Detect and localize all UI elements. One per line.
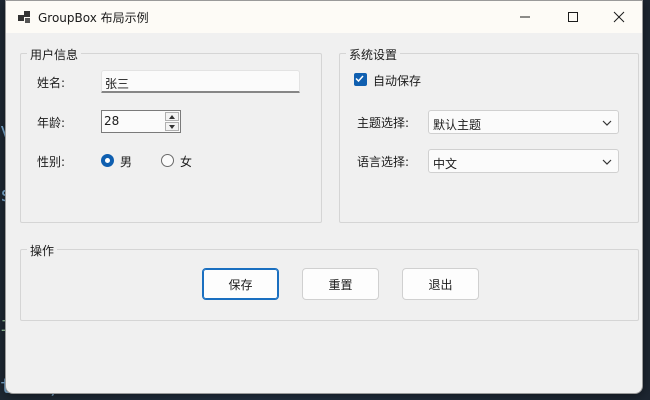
reset-button[interactable]: 重置 — [302, 268, 379, 300]
exit-button[interactable]: 退出 — [402, 268, 479, 300]
close-button[interactable] — [596, 1, 642, 33]
autosave-label[interactable]: 自动保存 — [373, 72, 421, 89]
maximize-button[interactable] — [550, 1, 596, 33]
age-stepper[interactable]: 28 — [101, 110, 181, 133]
actions-group-label: 操作 — [27, 242, 58, 259]
age-value: 28 — [104, 114, 120, 128]
minimize-icon — [520, 16, 530, 18]
window-title: GroupBox 布局示例 — [38, 11, 149, 25]
system-settings-group-label: 系统设置 — [346, 46, 401, 63]
language-select-value: 中文 — [433, 157, 458, 171]
app-icon — [18, 11, 30, 23]
theme-select[interactable]: 默认主题 — [428, 110, 619, 134]
gender-male-label[interactable]: 男 — [120, 153, 132, 170]
app-window: GroupBox 布局示例 用户信息 姓名: 张三 年龄: 28 性别: 男 女… — [5, 0, 643, 394]
chevron-down-icon — [602, 120, 612, 126]
theme-select-value: 默认主题 — [433, 118, 482, 132]
gender-female-label[interactable]: 女 — [180, 153, 192, 170]
chevron-down-icon — [602, 159, 612, 165]
age-label: 年龄: — [37, 116, 66, 130]
language-select[interactable]: 中文 — [428, 149, 619, 173]
title-bar[interactable]: GroupBox 布局示例 — [6, 1, 642, 33]
save-button[interactable]: 保存 — [202, 268, 279, 300]
user-info-group-label: 用户信息 — [27, 46, 82, 63]
language-label: 语言选择: — [357, 155, 410, 169]
minimize-button[interactable] — [502, 1, 548, 33]
gender-female-radio[interactable] — [161, 154, 174, 167]
age-decrement-button[interactable] — [165, 122, 179, 131]
gender-male-radio[interactable] — [101, 154, 114, 167]
system-settings-group: 系统设置 自动保存 主题选择: 默认主题 语言选择: 中文 — [339, 46, 639, 223]
theme-label: 主题选择: — [357, 116, 410, 130]
actions-group: 操作 保存 重置 退出 — [20, 242, 639, 321]
maximize-icon — [568, 12, 578, 22]
autosave-checkbox[interactable] — [354, 73, 367, 86]
user-info-group: 用户信息 姓名: 张三 年龄: 28 性别: 男 女 — [20, 46, 322, 223]
name-label: 姓名: — [37, 76, 66, 90]
gender-label: 性别: — [37, 155, 66, 169]
spin-up-icon — [169, 114, 175, 119]
spin-down-icon — [169, 124, 175, 129]
checkmark-icon — [355, 75, 364, 83]
name-value: 张三 — [105, 77, 130, 91]
age-increment-button[interactable] — [165, 112, 179, 121]
close-icon — [613, 11, 625, 23]
age-stepper-buttons — [165, 112, 179, 131]
name-field[interactable]: 张三 — [101, 70, 300, 93]
